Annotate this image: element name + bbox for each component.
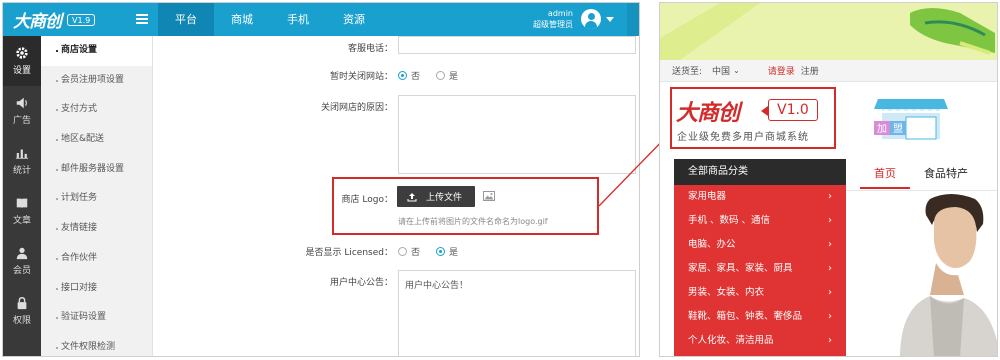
login-link[interactable]: 请登录 bbox=[768, 64, 795, 77]
tab-mall[interactable]: 商城 bbox=[214, 3, 270, 36]
submenu-item-captcha[interactable]: 验证码设置 bbox=[41, 303, 152, 333]
submenu-item-scheduled-tasks[interactable]: 计划任务 bbox=[41, 184, 152, 214]
category-item[interactable]: 家居、家具、家装、厨具 bbox=[674, 257, 846, 281]
admin-logo[interactable]: 大商创 V1.9 bbox=[3, 3, 153, 36]
join-sign-char-1: 加 bbox=[877, 123, 887, 135]
user-name: admin bbox=[547, 9, 573, 18]
sidebar-item-permissions[interactable]: 权限 bbox=[3, 286, 41, 336]
submenu-item-member-registration[interactable]: 会员注册项设置 bbox=[41, 66, 152, 96]
licensed-yes-radio[interactable] bbox=[436, 247, 446, 256]
sidebar-item-label: 统计 bbox=[12, 166, 31, 176]
region-selector[interactable]: 中国 bbox=[712, 64, 730, 77]
category-item[interactable]: 鞋靴、箱包、钟表、奢侈品 bbox=[674, 305, 846, 329]
user-notice-label: 用户中心公告： bbox=[329, 278, 393, 288]
category-item[interactable]: 男装、女装、内衣 bbox=[674, 281, 846, 305]
category-item[interactable]: 家用电器 bbox=[674, 185, 846, 209]
join-shop-icon[interactable]: 加 盟 bbox=[868, 95, 952, 143]
licensed-no-radio[interactable] bbox=[398, 247, 407, 256]
close-site-no-label: 否 bbox=[411, 72, 421, 82]
menu-toggle-icon[interactable] bbox=[136, 14, 148, 24]
avatar[interactable] bbox=[581, 9, 601, 29]
store-logo[interactable]: 大商创 V1.0 企业级免费多用户商城系统 bbox=[670, 87, 836, 149]
submenu-item-payment[interactable]: 支付方式 bbox=[41, 95, 152, 125]
category-item[interactable]: 手机 、数码 、通信 bbox=[674, 209, 846, 233]
settings-submenu: 商店设置 会员注册项设置 支付方式 地区&配送 邮件服务器设置 计划任务 友情链… bbox=[41, 36, 153, 356]
close-site-yes-radio[interactable] bbox=[436, 71, 446, 80]
tab-platform[interactable]: 平台 bbox=[158, 3, 214, 36]
licensed-radio-group: 否 是 bbox=[398, 245, 458, 258]
category-menu: 全部商品分类 家用电器 手机 、数码 、通信 电脑、办公 家居、家具、家装、厨具… bbox=[674, 159, 846, 356]
comparison-screenshot: 大商创 V1.9 平台 商城 手机 资源 admin 超级管理员 设置 广告 统… bbox=[0, 0, 1000, 360]
submenu-item-store-settings[interactable]: 商店设置 bbox=[41, 36, 152, 66]
gear-icon bbox=[16, 47, 28, 59]
close-site-label: 暂时关闭网站： bbox=[329, 72, 393, 82]
category-item[interactable]: 个人化妆、清洁用品 bbox=[674, 329, 846, 353]
book-icon bbox=[16, 198, 28, 209]
admin-nav-tabs: 平台 商城 手机 资源 bbox=[158, 3, 382, 36]
sidebar-item-settings[interactable]: 设置 bbox=[3, 36, 41, 86]
sidebar-item-more[interactable] bbox=[3, 336, 41, 356]
admin-topbar: 大商创 V1.9 平台 商城 手机 资源 admin 超级管理员 bbox=[3, 3, 639, 36]
sidebar-item-stats[interactable]: 统计 bbox=[3, 136, 41, 186]
admin-version-badge: V1.9 bbox=[67, 13, 96, 26]
submenu-item-shipping[interactable]: 地区&配送 bbox=[41, 125, 152, 155]
store-slogan: 企业级免费多用户商城系统 bbox=[677, 132, 809, 143]
close-reason-textarea[interactable] bbox=[398, 95, 636, 174]
storefront-panel: 送货至: 中国 ⌄ 请登录 注册 大商创 V1.0 企业级免费多用户商城系统 加… bbox=[659, 2, 998, 357]
sidebar-item-label: 文章 bbox=[12, 216, 31, 226]
store-topline: 送货至: 中国 ⌄ 请登录 注册 bbox=[660, 60, 997, 82]
register-link[interactable]: 注册 bbox=[801, 64, 819, 77]
tab-mobile[interactable]: 手机 bbox=[270, 3, 326, 36]
tab-home[interactable]: 首页 bbox=[860, 159, 910, 189]
submenu-item-file-permissions[interactable]: 文件权限检测 bbox=[41, 333, 152, 356]
logo-upload-highlight bbox=[332, 177, 599, 235]
close-site-radio-group: 否 是 bbox=[398, 69, 458, 82]
user-notice-textarea[interactable]: 用户中心公告！ bbox=[398, 270, 636, 356]
sidebar-item-label: 权限 bbox=[12, 316, 31, 326]
licensed-yes-label: 是 bbox=[449, 248, 459, 258]
promo-model-image[interactable] bbox=[890, 191, 997, 356]
close-site-no-radio[interactable] bbox=[398, 71, 407, 80]
sidebar-item-ads[interactable]: 广告 bbox=[3, 86, 41, 136]
chart-icon bbox=[15, 149, 29, 159]
store-logo-text: 大商创 bbox=[676, 101, 740, 126]
submenu-item-friend-links[interactable]: 友情链接 bbox=[41, 214, 152, 244]
chevron-down-icon[interactable]: ⌄ bbox=[733, 66, 740, 75]
sidebar-item-label: 广告 bbox=[12, 116, 31, 126]
admin-logo-text: 大商创 bbox=[13, 12, 62, 32]
user-icon bbox=[16, 247, 28, 260]
sidebar-item-members[interactable]: 会员 bbox=[3, 236, 41, 286]
sidebar-item-articles[interactable]: 文章 bbox=[3, 186, 41, 236]
tab-food-specialties[interactable]: 食品特产 bbox=[910, 159, 982, 189]
phone-input[interactable] bbox=[398, 36, 636, 54]
close-reason-label: 关闭网店的原因： bbox=[320, 103, 393, 113]
submenu-item-api[interactable]: 接口对接 bbox=[41, 274, 152, 304]
store-version-badge: V1.0 bbox=[761, 99, 818, 121]
close-site-yes-label: 是 bbox=[449, 72, 459, 82]
tab-resources[interactable]: 资源 bbox=[326, 3, 382, 36]
submenu-item-mail-server[interactable]: 邮件服务器设置 bbox=[41, 155, 152, 185]
category-header[interactable]: 全部商品分类 bbox=[674, 159, 846, 185]
main-sidebar: 设置 广告 统计 文章 会员 权限 bbox=[3, 36, 41, 356]
store-nav-tabs: 首页 食品特产 bbox=[860, 159, 982, 189]
banner-graphic bbox=[660, 3, 997, 60]
join-sign-char-2: 盟 bbox=[893, 123, 903, 135]
licensed-no-label: 否 bbox=[411, 248, 421, 258]
category-item[interactable]: 电脑、办公 bbox=[674, 233, 846, 257]
lock-icon bbox=[17, 297, 27, 310]
licensed-label: 是否显示 Licensed： bbox=[305, 248, 393, 258]
submenu-item-partners[interactable]: 合作伙伴 bbox=[41, 244, 152, 274]
sidebar-item-label: 会员 bbox=[12, 266, 31, 276]
chevron-down-icon[interactable] bbox=[606, 17, 614, 22]
sidebar-item-label: 设置 bbox=[12, 66, 31, 76]
user-info[interactable]: admin 超级管理员 bbox=[533, 8, 573, 30]
user-role: 超级管理员 bbox=[533, 20, 573, 29]
notification-button[interactable] bbox=[627, 3, 639, 36]
top-banner-image[interactable] bbox=[660, 3, 997, 60]
ship-to-label: 送货至: bbox=[672, 67, 703, 77]
speaker-icon bbox=[16, 97, 27, 109]
phone-label: 客服电话： bbox=[347, 44, 393, 54]
